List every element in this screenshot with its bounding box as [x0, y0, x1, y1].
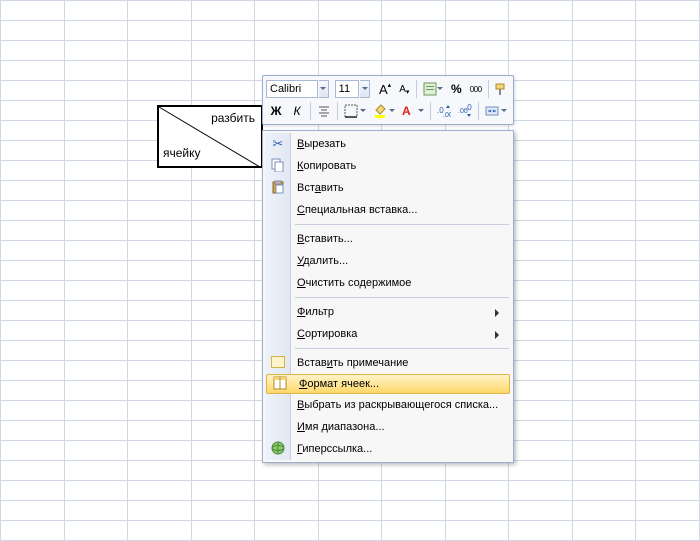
mini-toolbar: Calibri 11 A▴ A▾ % 000 Ж К A — [262, 75, 514, 125]
menu-item-label: Очистить содержимое — [297, 277, 411, 289]
menu-separator — [295, 297, 509, 298]
clipboard-icon — [269, 180, 287, 197]
accounting-icon — [423, 82, 437, 96]
menu-item-copy[interactable]: Копировать — [265, 155, 511, 177]
menu-item-paste-special[interactable]: Специальная вставка... — [265, 199, 511, 221]
menu-item-cut[interactable]: ✂ Вырезать — [265, 133, 511, 155]
decrease-decimal-button[interactable]: .00.0 — [455, 101, 475, 121]
align-center-button[interactable] — [314, 101, 334, 121]
font-size-dropdown-icon[interactable] — [360, 80, 370, 98]
split-cell-top-text: разбить — [211, 111, 255, 125]
decrease-decimal-icon: .00.0 — [458, 104, 472, 118]
menu-item-paste[interactable]: Вставить — [265, 177, 511, 199]
font-size-combo[interactable]: 11 — [335, 80, 359, 98]
font-name-dropdown-icon[interactable] — [319, 80, 329, 98]
increase-decimal-button[interactable]: .0.00 — [434, 101, 454, 121]
menu-item-label: Специальная вставка... — [297, 204, 417, 216]
menu-item-label: Вставить... — [297, 233, 353, 245]
fill-color-button[interactable] — [370, 101, 398, 121]
scissors-icon: ✂ — [269, 136, 287, 152]
context-menu: ✂ Вырезать Копировать Вставить Специальн… — [262, 130, 514, 463]
split-cell-bottom-text: ячейку — [163, 146, 201, 160]
svg-text:.00: .00 — [443, 112, 451, 118]
menu-item-label: Формат ячеек... — [299, 378, 379, 390]
font-name-combo[interactable]: Calibri — [266, 80, 318, 98]
menu-item-label: Вставить — [297, 182, 344, 194]
font-color-icon: A — [402, 104, 411, 118]
menu-item-label: Вырезать — [297, 138, 346, 150]
menu-item-sort[interactable]: Сортировка — [265, 323, 511, 345]
menu-item-label: Имя диапазона... — [297, 421, 385, 433]
paintbrush-icon — [494, 82, 508, 96]
menu-item-clear-contents[interactable]: Очистить содержимое — [265, 272, 511, 294]
font-color-button[interactable]: A — [399, 101, 427, 121]
comment-icon — [269, 356, 287, 371]
svg-text:.0: .0 — [465, 104, 472, 112]
borders-button[interactable] — [341, 101, 369, 121]
merge-icon — [485, 104, 499, 118]
grow-font-button[interactable]: A▴ — [376, 79, 394, 99]
format-painter-button[interactable] — [492, 79, 510, 99]
menu-item-hyperlink[interactable]: Гиперссылка... — [265, 438, 511, 460]
menu-item-pick-from-list[interactable]: Выбрать из раскрывающегося списка... — [265, 394, 511, 416]
bucket-icon — [373, 104, 387, 118]
split-diagonal-cell[interactable]: разбить ячейку — [157, 105, 263, 168]
percent-style-button[interactable]: % — [447, 79, 465, 99]
menu-separator — [295, 224, 509, 225]
copy-icon — [269, 158, 287, 175]
menu-item-label: Сортировка — [297, 328, 357, 340]
menu-item-label: Фильтр — [297, 306, 334, 318]
menu-item-label: Удалить... — [297, 255, 348, 267]
bold-button[interactable]: Ж — [266, 101, 286, 121]
menu-item-insert-comment[interactable]: Вставить примечание — [265, 352, 511, 374]
menu-item-name-range[interactable]: Имя диапазона... — [265, 416, 511, 438]
menu-item-label: Гиперссылка... — [297, 443, 372, 455]
format-cells-icon — [271, 376, 289, 393]
menu-item-insert[interactable]: Вставить... — [265, 228, 511, 250]
menu-item-label: Вставить примечание — [297, 357, 408, 369]
menu-item-filter[interactable]: Фильтр — [265, 301, 511, 323]
comma-style-button[interactable]: 000 — [467, 79, 485, 99]
italic-button[interactable]: К — [287, 101, 307, 121]
shrink-font-button[interactable]: A▾ — [395, 79, 413, 99]
menu-item-label: Выбрать из раскрывающегося списка... — [297, 399, 498, 411]
align-center-icon — [317, 104, 331, 118]
menu-separator — [295, 348, 509, 349]
merge-center-button[interactable] — [482, 101, 510, 121]
menu-item-delete[interactable]: Удалить... — [265, 250, 511, 272]
accounting-format-button[interactable] — [420, 79, 446, 99]
hyperlink-icon — [269, 441, 287, 458]
borders-icon — [344, 104, 358, 118]
menu-item-format-cells[interactable]: Формат ячеек... — [266, 374, 510, 394]
increase-decimal-icon: .0.00 — [437, 104, 451, 118]
menu-item-label: Копировать — [297, 160, 356, 172]
